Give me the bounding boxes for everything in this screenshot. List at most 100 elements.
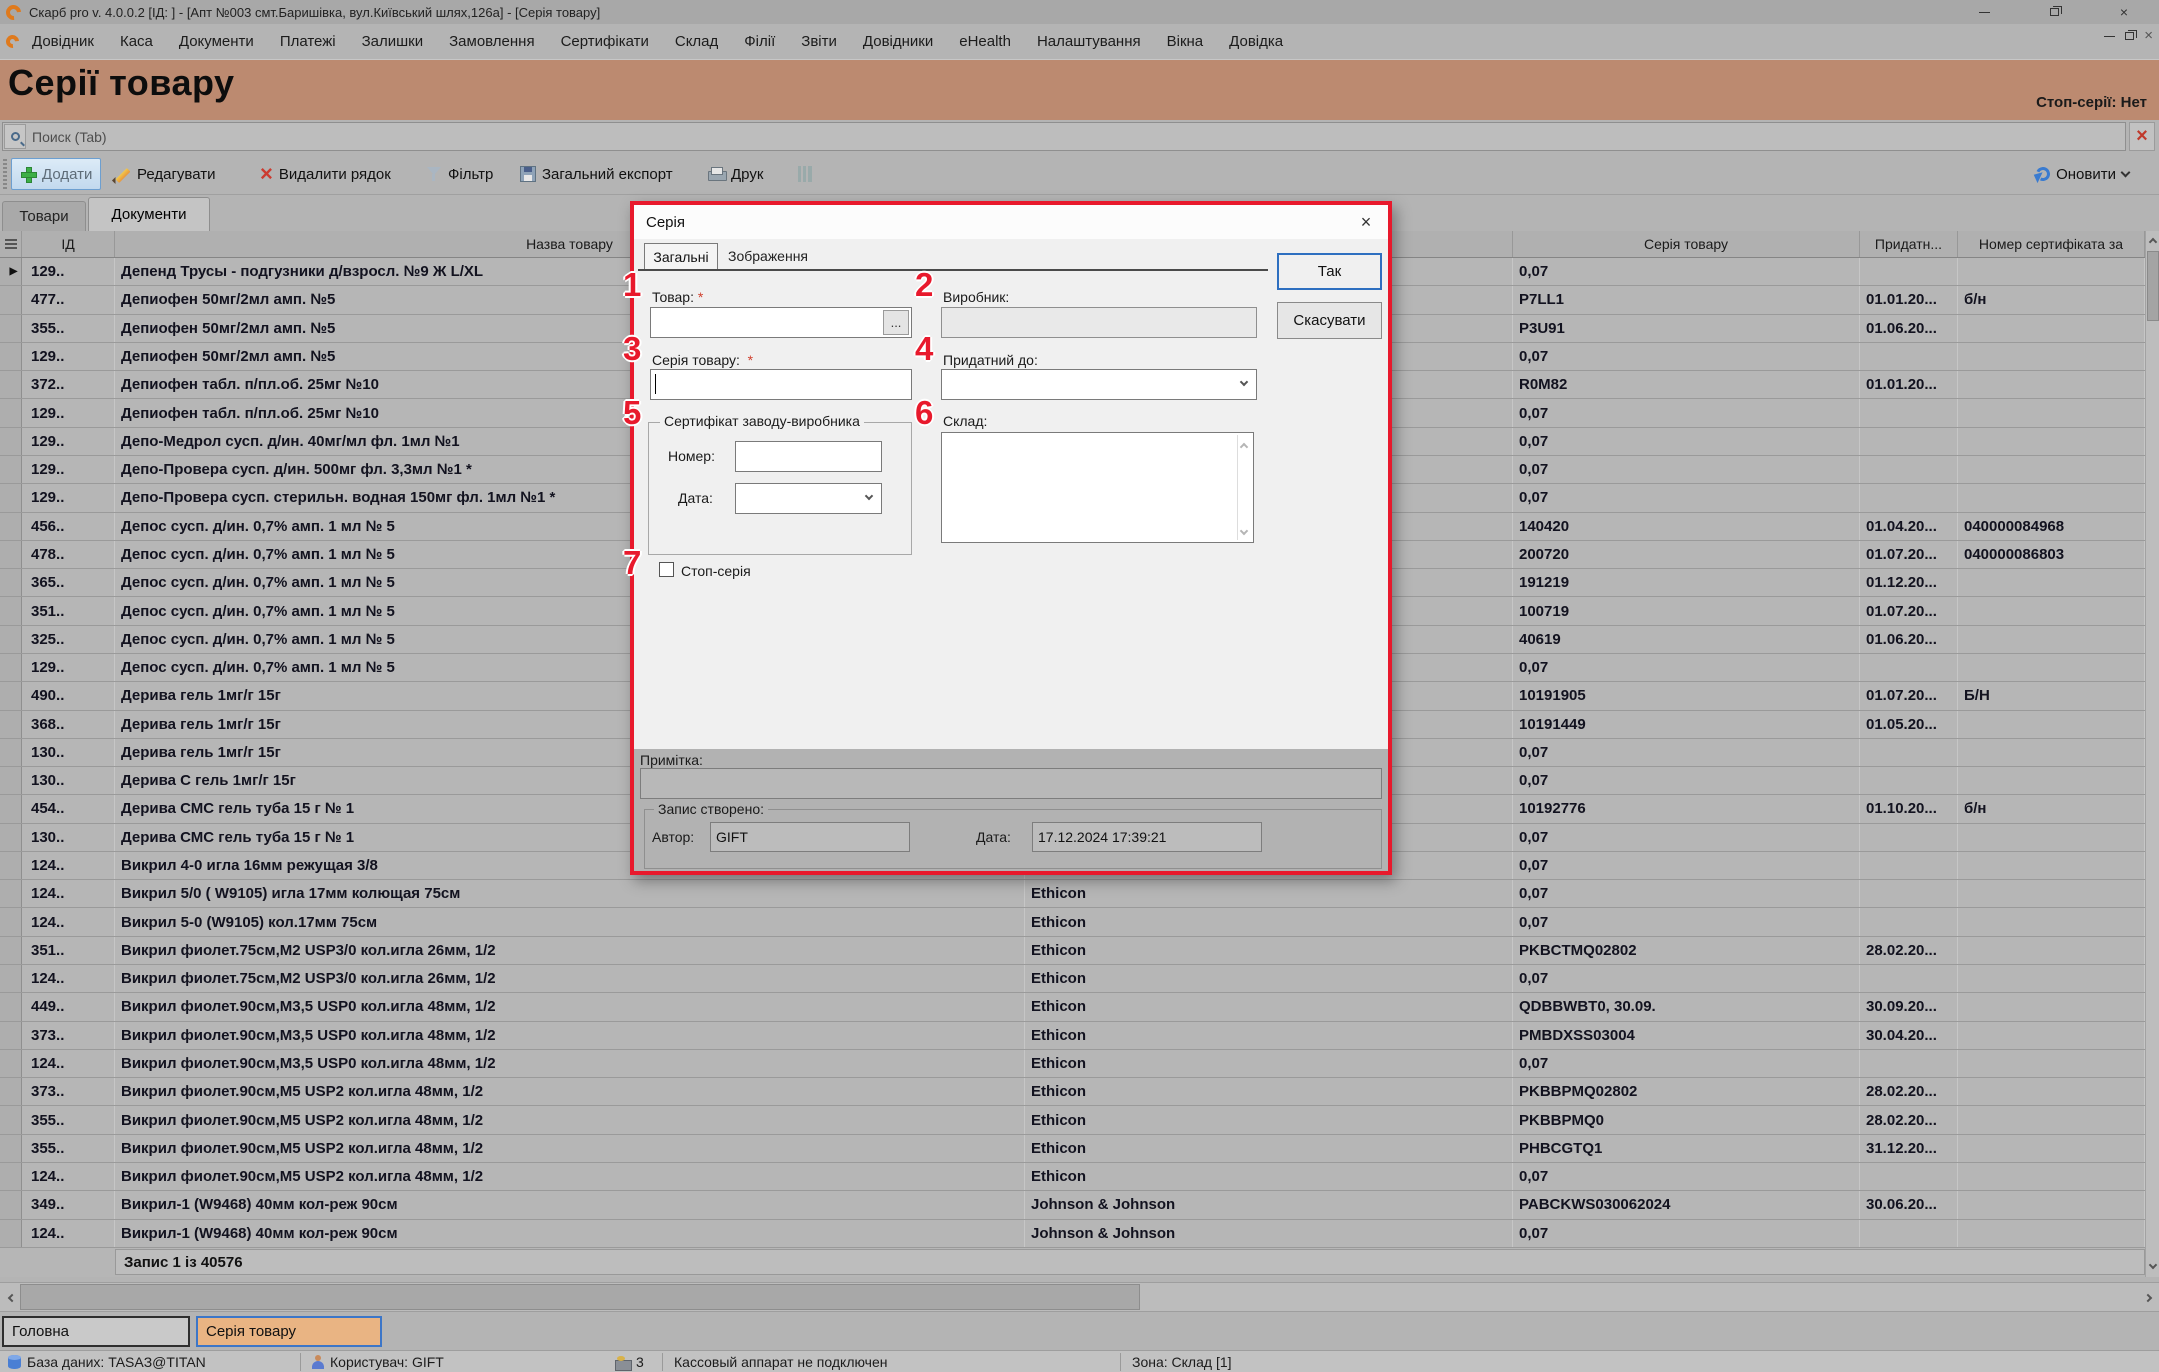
scroll-right-button[interactable] <box>2139 1283 2159 1312</box>
table-row[interactable]: 373..Викрил фиолет.90см,М5 USP2 кол.игла… <box>0 1078 2159 1106</box>
table-row[interactable]: 124..Викрил фиолет.90см,М3,5 USP0 кол.иг… <box>0 1050 2159 1078</box>
columns-button[interactable] <box>790 158 820 190</box>
mdi-minimize-icon[interactable] <box>2104 36 2115 37</box>
menu-item-13[interactable]: Вікна <box>1154 33 1217 50</box>
product-field[interactable]: ... <box>650 307 912 338</box>
cell-valid: 30.04.20... <box>1860 1022 1958 1049</box>
cell-series: 0,07 <box>1513 654 1860 681</box>
menu-item-5[interactable]: Замовлення <box>436 33 547 50</box>
stop-series-checkbox[interactable] <box>659 562 674 577</box>
table-row[interactable]: 373..Викрил фиолет.90см,М3,5 USP0 кол.иг… <box>0 1022 2159 1050</box>
menu-item-1[interactable]: Каса <box>107 33 166 50</box>
series-field[interactable] <box>650 369 912 400</box>
menu-item-9[interactable]: Звіти <box>788 33 850 50</box>
cell-valid <box>1860 428 1958 455</box>
export-button[interactable]: Загальний експорт <box>512 158 681 190</box>
menu-item-6[interactable]: Сертифікати <box>548 33 662 50</box>
edit-button[interactable]: Редагувати <box>106 158 224 190</box>
table-row[interactable]: 349..Викрил-1 (W9468) 40мм кол-реж 90смJ… <box>0 1191 2159 1219</box>
menu-item-0[interactable]: Довідник <box>19 33 107 50</box>
cancel-button[interactable]: Скасувати <box>1277 302 1382 339</box>
dialog-tab-zahalni[interactable]: Загальні <box>644 243 718 269</box>
status-cash-count: 3 <box>636 1354 644 1370</box>
row-marker <box>0 343 22 370</box>
series-dialog: Серія × Загальні Зображення Так Скасуват… <box>630 201 1392 875</box>
scroll-up-button[interactable] <box>2146 231 2159 249</box>
table-row[interactable]: 124..Викрил 5-0 (W9105) кол.17мм 75смEth… <box>0 908 2159 936</box>
window-tab-seriya-tovaru[interactable]: Серія товару <box>196 1316 382 1347</box>
cell-series: 191219 <box>1513 569 1860 596</box>
cell-series: PKBBPMQ0 <box>1513 1106 1860 1133</box>
search-icon-button[interactable] <box>4 124 26 149</box>
cell-cert <box>1958 739 2145 766</box>
search-input[interactable]: Поиск (Tab) <box>2 122 2126 151</box>
vertical-scroll-thumb[interactable] <box>2147 251 2159 321</box>
table-row[interactable]: 124..Викрил фиолет.75см,М2 USP3/0 кол.иг… <box>0 965 2159 993</box>
cell-series: 0,07 <box>1513 456 1860 483</box>
add-button[interactable]: Додати <box>11 158 101 190</box>
menu-item-12[interactable]: Налаштування <box>1024 33 1154 50</box>
menu-item-3[interactable]: Платежі <box>267 33 349 50</box>
menu-item-14[interactable]: Довідка <box>1216 33 1296 50</box>
window-tab-holovna[interactable]: Головна <box>2 1316 190 1347</box>
table-row[interactable]: 124..Викрил-1 (W9468) 40мм кол-реж 90смJ… <box>0 1220 2159 1248</box>
cell-manu: Ethicon <box>1025 937 1513 964</box>
cell-series: 0,07 <box>1513 428 1860 455</box>
cell-series: 0,07 <box>1513 399 1860 426</box>
table-row[interactable]: 124..Викрил фиолет.90см,М5 USP2 кол.игла… <box>0 1163 2159 1191</box>
scroll-down-button[interactable] <box>2146 1257 2159 1275</box>
cell-cert <box>1958 1191 2145 1218</box>
cell-cert <box>1958 654 2145 681</box>
header-valid-until[interactable]: Придатн... <box>1860 231 1958 257</box>
cell-id: 365.. <box>22 569 115 596</box>
scroll-left-button[interactable] <box>0 1283 20 1312</box>
header-series[interactable]: Серія товару <box>1513 231 1860 257</box>
header-id[interactable]: ІД <box>22 231 115 257</box>
menu-item-4[interactable]: Залишки <box>349 33 437 50</box>
cell-id: 456.. <box>22 513 115 540</box>
horizontal-scroll-thumb[interactable] <box>20 1284 1140 1310</box>
table-row[interactable]: 355..Викрил фиолет.90см,М5 USP2 кол.игла… <box>0 1106 2159 1134</box>
stock-textarea[interactable] <box>941 432 1254 543</box>
tab-tovary[interactable]: Товари <box>2 201 86 231</box>
table-row[interactable]: 351..Викрил фиолет.75см,М2 USP3/0 кол.иг… <box>0 937 2159 965</box>
cell-series: QDBBWBT0, 30.09. <box>1513 993 1860 1020</box>
header-row-marker[interactable] <box>0 231 22 257</box>
product-browse-button[interactable]: ... <box>883 310 909 335</box>
valid-until-combo[interactable] <box>941 369 1257 400</box>
refresh-button[interactable]: Оновити <box>2028 158 2137 190</box>
delete-row-button[interactable]: × Видалити рядок <box>252 158 399 190</box>
menu-item-11[interactable]: eHealth <box>946 33 1024 50</box>
toolbar-grip[interactable] <box>3 159 7 189</box>
horizontal-scrollbar[interactable] <box>0 1282 2159 1312</box>
dialog-tab-zobrazhennya[interactable]: Зображення <box>718 243 818 269</box>
header-certificate[interactable]: Номер сертифіката за <box>1958 231 2145 257</box>
menu-item-10[interactable]: Довідники <box>850 33 946 50</box>
dialog-close-button[interactable]: × <box>1352 209 1380 235</box>
mdi-close-icon[interactable]: × <box>2144 30 2153 42</box>
note-field[interactable] <box>640 768 1382 799</box>
mdi-restore-icon[interactable] <box>2125 32 2134 40</box>
restore-button[interactable] <box>2019 0 2089 24</box>
cell-cert <box>1958 880 2145 907</box>
menu-item-2[interactable]: Документи <box>166 33 267 50</box>
tab-dokumenty[interactable]: Документи <box>88 197 210 231</box>
table-row[interactable]: 124..Викрил 5/0 ( W9105) игла 17мм колющ… <box>0 880 2159 908</box>
cell-series: PMBDXSS03004 <box>1513 1022 1860 1049</box>
menu-item-8[interactable]: Філії <box>731 33 788 50</box>
close-button[interactable]: × <box>2089 0 2159 24</box>
table-row[interactable]: 355..Викрил фиолет.90см,М5 USP2 кол.игла… <box>0 1135 2159 1163</box>
print-button[interactable]: Друк <box>700 158 771 190</box>
cell-series: PHBCGTQ1 <box>1513 1135 1860 1162</box>
search-clear-button[interactable]: × <box>2129 122 2155 151</box>
cert-date-combo[interactable] <box>735 483 882 514</box>
vertical-scrollbar[interactable] <box>2145 231 2159 1277</box>
row-marker <box>0 1050 22 1077</box>
menu-item-7[interactable]: Склад <box>662 33 731 50</box>
ok-button[interactable]: Так <box>1277 253 1382 290</box>
textarea-scrollbar[interactable] <box>1237 435 1251 540</box>
table-row[interactable]: 449..Викрил фиолет.90см,М3,5 USP0 кол.иг… <box>0 993 2159 1021</box>
cert-number-field[interactable] <box>735 441 882 472</box>
minimize-button[interactable] <box>1949 0 2019 24</box>
filter-button[interactable]: Фільтр <box>418 158 501 190</box>
